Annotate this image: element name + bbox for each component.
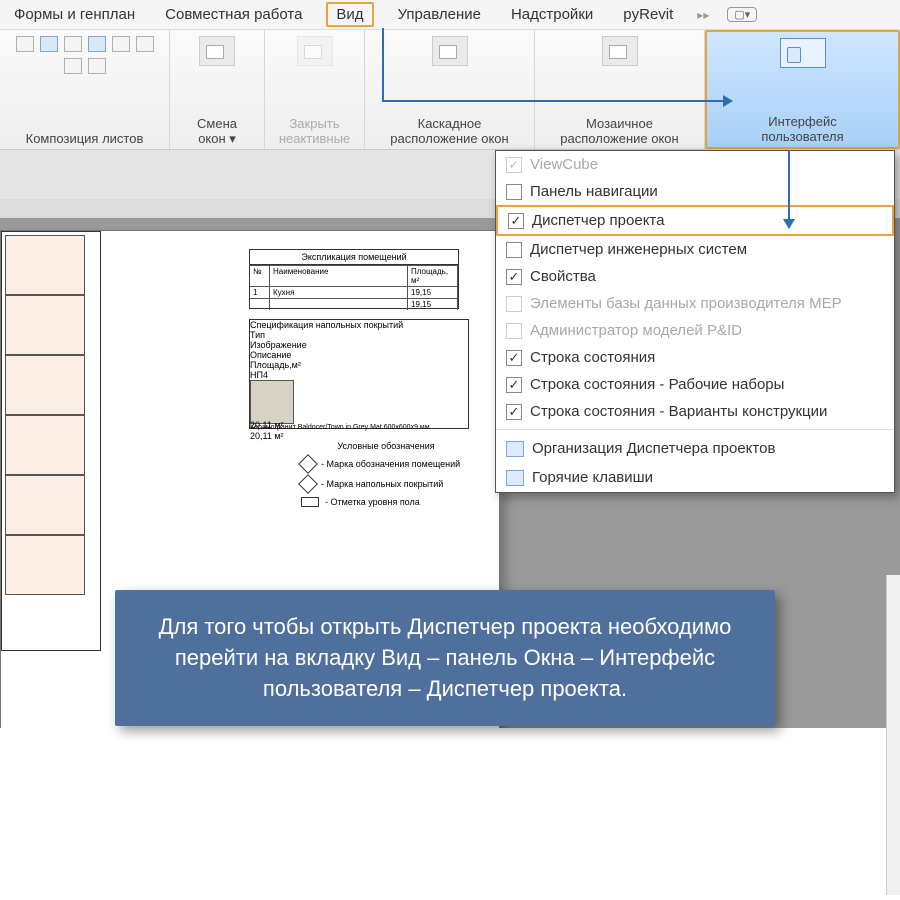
sheet-icon[interactable]	[16, 36, 34, 52]
menu-addins[interactable]: Надстройки	[505, 2, 599, 27]
dd-item-label: Свойства	[530, 268, 596, 285]
dd-item-0: ✓ ViewCube	[496, 151, 894, 178]
dd-item-label: Строка состояния - Варианты конструкции	[530, 403, 827, 420]
dd-cmd1[interactable]: Организация Диспетчера проектов	[496, 434, 894, 463]
checkbox-icon: ✓	[508, 213, 524, 229]
menu-collab[interactable]: Совместная работа	[159, 2, 308, 27]
sheet-view-icon[interactable]	[64, 58, 82, 74]
checkbox-icon	[506, 323, 522, 339]
room-tag-icon	[298, 454, 318, 474]
panel-label: Композиция листов	[26, 131, 144, 147]
checkbox-icon: ✓	[506, 350, 522, 366]
dd-item-label: Диспетчер проекта	[532, 212, 664, 229]
ribbon-scroll-icon[interactable]: ▸▸	[697, 8, 709, 22]
panel-user-interface[interactable]: Интерфейспользователя	[705, 30, 900, 149]
sheet-rev-icon[interactable]	[88, 36, 106, 52]
sheet-title-icon[interactable]	[64, 36, 82, 52]
sheet-match-icon[interactable]	[136, 36, 154, 52]
menu-pyrevit[interactable]: pyRevit	[617, 2, 679, 27]
sheet-guide-icon[interactable]	[112, 36, 130, 52]
checkbox-icon: ✓	[506, 404, 522, 420]
ui-dropdown: ✓ ViewCube Панель навигации ✓ Диспетчер прое…	[495, 150, 895, 493]
dd-item-label: Администратор моделей P&ID	[530, 322, 742, 339]
ribbon: Композиция листов Сменаокон ▾ Закрытьнеа…	[0, 30, 900, 150]
ribbon-minimize-icon[interactable]: ▢▾	[727, 7, 757, 22]
checkbox-icon	[506, 184, 522, 200]
material-thumb	[250, 380, 294, 424]
floor-plan	[1, 231, 101, 651]
dd-cmd-label: Организация Диспетчера проектов	[532, 440, 775, 457]
separator	[496, 429, 894, 430]
menu-forms[interactable]: Формы и генплан	[8, 2, 141, 27]
cascade-icon	[432, 36, 468, 66]
dd-item-7[interactable]: ✓ Строка состояния	[496, 344, 894, 371]
level-mark-icon	[301, 497, 319, 507]
tile-icon	[602, 36, 638, 66]
annotation-arrow-h	[382, 100, 732, 102]
floor-spec: Спецификация напольных покрытий ТипИзобр…	[249, 319, 469, 429]
dd-item-label: ViewCube	[530, 156, 598, 173]
room-schedule: Экспликация помещений №НаименованиеПлоща…	[249, 249, 459, 309]
switch-windows-icon	[199, 36, 235, 66]
menu-view[interactable]: Вид	[326, 2, 373, 27]
checkbox-icon	[506, 296, 522, 312]
panel-tile[interactable]: Мозаичноерасположение окон	[535, 30, 705, 149]
dd-item-8[interactable]: ✓ Строка состояния - Рабочие наборы	[496, 371, 894, 398]
dd-item-label: Строка состояния	[530, 349, 655, 366]
browser-org-icon	[506, 441, 524, 457]
dd-item-label: Панель навигации	[530, 183, 658, 200]
legend: Условные обозначения - Марка обозначения…	[301, 441, 471, 513]
dd-cmd-label: Горячие клавиши	[532, 469, 653, 486]
menu-manage[interactable]: Управление	[392, 2, 487, 27]
dd-item-label: Диспетчер инженерных систем	[530, 241, 747, 258]
checkbox-icon	[506, 242, 522, 258]
checkbox-icon: ✓	[506, 269, 522, 285]
close-inactive-icon	[297, 36, 333, 66]
dd-cmd2[interactable]: Горячие клавиши	[496, 463, 894, 492]
dd-item-label: Элементы базы данных производителя MEP	[530, 295, 842, 312]
sheet-grid-icon[interactable]	[88, 58, 106, 74]
panel-cascade[interactable]: Каскадноерасположение окон	[365, 30, 535, 149]
panel-close-inactive: Закрытьнеактивные	[265, 30, 365, 149]
menubar: Формы и генплан Совместная работа Вид Уп…	[0, 0, 900, 30]
scrollbar-v[interactable]	[886, 575, 900, 895]
keyboard-icon	[506, 470, 524, 486]
instruction-callout: Для того чтобы открыть Диспетчер проекта…	[115, 590, 775, 726]
annotation-arrow-v	[788, 150, 790, 228]
checkbox-icon: ✓	[506, 377, 522, 393]
dd-item-4[interactable]: ✓ Свойства	[496, 263, 894, 290]
dd-item-3[interactable]: Диспетчер инженерных систем	[496, 236, 894, 263]
dd-item-label: Строка состояния - Рабочие наборы	[530, 376, 784, 393]
floor-tag-icon	[298, 474, 318, 494]
panel-sheet-composition: Композиция листов	[0, 30, 170, 149]
dd-item-5: Элементы базы данных производителя MEP	[496, 290, 894, 317]
dd-item-2[interactable]: ✓ Диспетчер проекта	[496, 205, 894, 236]
dd-item-1[interactable]: Панель навигации	[496, 178, 894, 205]
panel-switch-windows[interactable]: Сменаокон ▾	[170, 30, 265, 149]
checkbox-icon: ✓	[506, 157, 522, 173]
ui-icon	[780, 38, 826, 68]
dd-item-6: Администратор моделей P&ID	[496, 317, 894, 344]
dd-item-9[interactable]: ✓ Строка состояния - Варианты конструкции	[496, 398, 894, 425]
sheet-dup-icon[interactable]	[40, 36, 58, 52]
